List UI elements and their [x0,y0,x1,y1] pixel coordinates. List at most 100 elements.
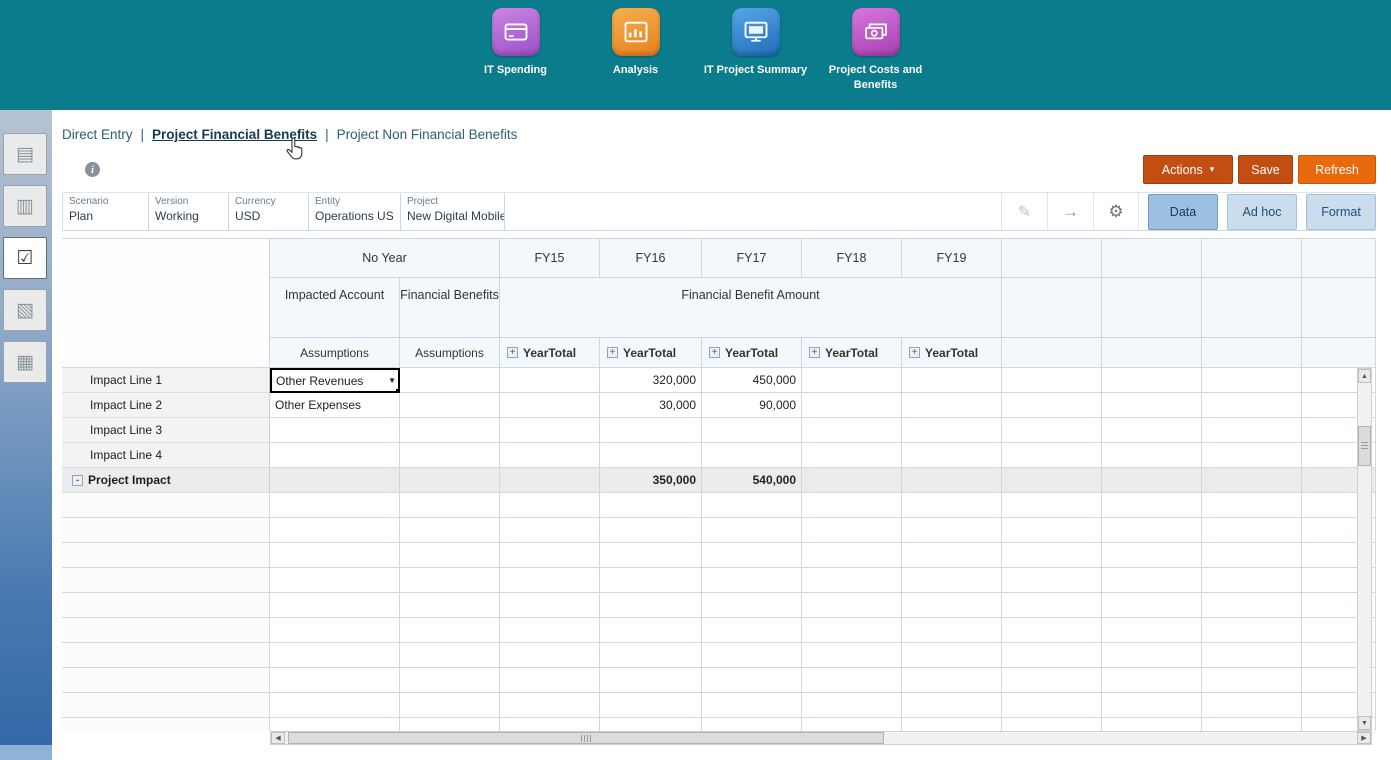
grid-cell[interactable] [500,493,600,518]
grid-cell[interactable] [500,718,600,731]
refresh-button[interactable]: Refresh [1298,155,1376,184]
grid-cell[interactable] [600,593,702,618]
grid-cell[interactable] [270,543,400,568]
grid-cell[interactable] [400,418,500,443]
actions-button[interactable]: Actions ▾ [1143,155,1233,184]
go-arrow-button[interactable]: → [1047,193,1093,230]
grid-cell[interactable]: Other Expenses [270,393,400,418]
grid-cell[interactable] [702,668,802,693]
grid-cell[interactable] [702,443,802,468]
grid-cell[interactable] [400,468,500,493]
sidebar-item-tasks[interactable]: ☑ [3,237,47,279]
grid-cell[interactable] [600,543,702,568]
grid-cell[interactable] [270,643,400,668]
pov-currency[interactable]: CurrencyUSD [229,193,309,230]
grid-cell[interactable] [902,518,1002,543]
sub-header-yeartotal[interactable]: +YearTotal [802,338,902,368]
grid-cell[interactable] [802,593,902,618]
sidebar-item-reports[interactable]: ▧ [3,289,47,331]
group-header-impacted-account[interactable]: Impacted Account [270,278,400,338]
grid-cell[interactable] [400,393,500,418]
grid-cell[interactable] [1002,693,1102,718]
top-nav-item-project-costs-and-benefits[interactable]: Project Costs and Benefits [820,8,932,110]
grid-cell[interactable] [802,568,902,593]
grid-cell[interactable] [802,493,902,518]
top-nav-item-analysis[interactable]: Analysis [580,8,692,110]
grid-cell[interactable] [1002,493,1102,518]
grid-cell[interactable] [902,368,1002,393]
grid-cell[interactable] [1202,393,1302,418]
info-icon[interactable]: i [85,162,100,177]
year-header-fy17[interactable]: FY17 [702,238,802,278]
year-header-fy18[interactable]: FY18 [802,238,902,278]
grid-cell[interactable] [902,693,1002,718]
grid-cell[interactable] [600,693,702,718]
grid-cell[interactable] [902,568,1002,593]
grid-cell[interactable] [400,643,500,668]
grid-cell[interactable] [1102,543,1202,568]
grid-cell[interactable] [902,618,1002,643]
grid-cell[interactable] [400,718,500,731]
grid-cell[interactable] [702,418,802,443]
grid-cell[interactable] [1202,418,1302,443]
grid-cell[interactable] [902,643,1002,668]
grid-cell[interactable] [270,443,400,468]
grid-cell[interactable] [1202,568,1302,593]
grid-cell[interactable] [702,618,802,643]
sub-header-yeartotal[interactable]: +YearTotal [500,338,600,368]
dropdown-caret-icon[interactable]: ▼ [388,376,396,385]
grid-cell[interactable] [802,718,902,731]
grid-cell[interactable] [802,518,902,543]
grid-cell[interactable] [1002,418,1102,443]
grid-cell[interactable] [270,518,400,543]
grid-cell[interactable] [400,518,500,543]
grid-cell[interactable] [600,618,702,643]
sub-header-yeartotal[interactable]: +YearTotal [902,338,1002,368]
grid-cell[interactable] [400,493,500,518]
grid-cell[interactable] [802,368,902,393]
grid-cell[interactable] [500,368,600,393]
sidebar-item-cubes[interactable]: ▦ [3,341,47,383]
save-button[interactable]: Save [1238,155,1293,184]
grid-cell[interactable] [400,568,500,593]
tab-project-non-financial-benefits[interactable]: Project Non Financial Benefits [337,127,518,142]
grid-cell[interactable] [702,693,802,718]
grid-cell[interactable] [802,468,902,493]
scroll-up-icon[interactable]: ▲ [1358,369,1371,383]
grid-cell[interactable] [500,543,600,568]
grid-cell[interactable] [270,568,400,593]
grid-cell[interactable] [1102,443,1202,468]
grid-cell[interactable] [1102,493,1202,518]
grid-cell[interactable] [1202,668,1302,693]
grid-cell[interactable] [1002,668,1102,693]
year-header-fy15[interactable]: FY15 [500,238,600,278]
grid-cell[interactable] [500,518,600,543]
grid-cell[interactable] [702,643,802,668]
year-header-fy19[interactable]: FY19 [902,238,1002,278]
sub-header-yeartotal[interactable]: +YearTotal [702,338,802,368]
grid-cell[interactable] [1002,468,1102,493]
grid-cell[interactable] [1002,618,1102,643]
grid-cell[interactable] [1002,443,1102,468]
vertical-scrollbar[interactable]: ▲ ▼ [1357,368,1372,731]
horizontal-scrollbar[interactable]: ◀ ▶ [270,731,1372,745]
grid-cell[interactable]: 450,000 [702,368,802,393]
grid-cell[interactable] [1202,618,1302,643]
grid-cell[interactable] [702,518,802,543]
grid-cell[interactable] [600,493,702,518]
grid-cell[interactable] [600,418,702,443]
grid-cell[interactable] [500,593,600,618]
expand-icon[interactable]: + [909,347,920,358]
grid-cell[interactable] [1002,393,1102,418]
grid-cell[interactable] [902,668,1002,693]
group-header-financial-benefits[interactable]: Financial Benefits [400,278,500,338]
grid-cell[interactable] [902,593,1002,618]
settings-button[interactable]: ⚙ [1093,193,1139,230]
grid-cell[interactable] [400,618,500,643]
grid-cell[interactable] [500,693,600,718]
grid-cell[interactable] [400,693,500,718]
grid-cell[interactable] [802,643,902,668]
grid-cell[interactable] [702,568,802,593]
grid-cell[interactable] [1002,593,1102,618]
grid-cell[interactable] [600,443,702,468]
